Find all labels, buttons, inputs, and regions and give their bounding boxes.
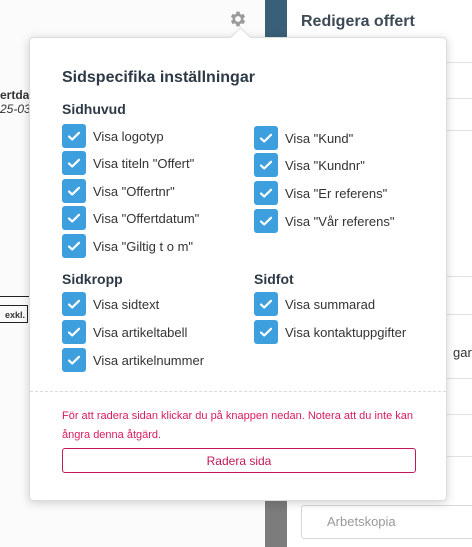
checkbox-checked-icon[interactable] <box>62 179 86 203</box>
checkbox-visa-sidtext[interactable]: Visa sidtext <box>62 292 159 316</box>
delete-page-button[interactable]: Radera sida <box>62 448 416 473</box>
checkbox-checked-icon[interactable] <box>62 206 86 230</box>
checkbox-label: Visa sidtext <box>93 296 160 312</box>
checkbox-checked-icon[interactable] <box>62 151 86 175</box>
delete-warning-text: För att radera sidan klickar du på knapp… <box>62 410 413 441</box>
checkbox-visa-kund[interactable]: Visa "Kund" <box>254 126 353 150</box>
checkbox-label: Visa "Kund" <box>285 130 354 146</box>
doc-fragment-exkl: exkl. <box>0 305 28 323</box>
checkbox-label: Visa "Kundnr" <box>285 157 365 173</box>
panel-text-fragment: gar <box>453 345 472 360</box>
popup-divider <box>30 391 446 392</box>
checkbox-label: Visa summarad <box>285 296 376 312</box>
checkbox-visa-kontaktuppgifter[interactable]: Visa kontaktuppgifter <box>254 320 406 344</box>
checkbox-checked-icon[interactable] <box>62 234 86 258</box>
checkbox-visa-summarad[interactable]: Visa summarad <box>254 292 375 316</box>
checkbox-visa-giltig[interactable]: Visa "Giltig t o m" <box>62 234 193 258</box>
checkbox-checked-icon[interactable] <box>254 126 278 150</box>
checkbox-label: Visa "Offertdatum" <box>93 210 200 226</box>
popup-caret <box>229 26 252 49</box>
page-settings-popup: Sidspecifika inställningar Sidhuvud Visa… <box>29 26 447 501</box>
checkbox-label: Visa artikelnummer <box>93 352 205 368</box>
checkbox-checked-icon[interactable] <box>62 292 86 316</box>
checkbox-checked-icon[interactable] <box>254 153 278 177</box>
checkbox-label: Visa titeln "Offert" <box>93 155 195 171</box>
checkbox-checked-icon[interactable] <box>62 348 86 372</box>
checkbox-label: Visa kontaktuppgifter <box>285 324 407 340</box>
checkbox-checked-icon[interactable] <box>254 292 278 316</box>
checkbox-checked-icon[interactable] <box>254 181 278 205</box>
status-select[interactable]: Arbetskopia <box>301 505 472 539</box>
popup-title: Sidspecifika inställningar <box>62 69 255 86</box>
section-heading-sidhuvud: Sidhuvud <box>62 101 126 117</box>
panel-title: Redigera offert <box>301 13 415 30</box>
checkbox-label: Visa artikeltabell <box>93 324 188 340</box>
checkbox-visa-er-referens[interactable]: Visa "Er referens" <box>254 181 387 205</box>
checkbox-label: Visa "Giltig t o m" <box>93 238 194 254</box>
section-heading-sidfot: Sidfot <box>254 271 294 287</box>
section-heading-sidkropp: Sidkropp <box>62 271 123 287</box>
checkbox-visa-logotyp[interactable]: Visa logotyp <box>62 124 164 148</box>
checkbox-visa-titeln[interactable]: Visa titeln "Offert" <box>62 151 194 175</box>
checkbox-visa-kundnr[interactable]: Visa "Kundnr" <box>254 153 365 177</box>
checkbox-checked-icon[interactable] <box>254 209 278 233</box>
checkbox-label: Visa "Er referens" <box>285 185 388 201</box>
gear-icon[interactable] <box>228 9 248 29</box>
checkbox-label: Visa "Vår referens" <box>285 213 395 229</box>
checkbox-visa-artikelnummer[interactable]: Visa artikelnummer <box>62 348 204 372</box>
doc-rule <box>0 296 32 297</box>
checkbox-visa-var-referens[interactable]: Visa "Vår referens" <box>254 209 394 233</box>
checkbox-checked-icon[interactable] <box>254 320 278 344</box>
checkbox-checked-icon[interactable] <box>62 320 86 344</box>
checkbox-visa-artikeltabell[interactable]: Visa artikeltabell <box>62 320 187 344</box>
checkbox-label: Visa logotyp <box>93 128 164 144</box>
checkbox-visa-offertnr[interactable]: Visa "Offertnr" <box>62 179 175 203</box>
checkbox-visa-offertdatum[interactable]: Visa "Offertdatum" <box>62 206 199 230</box>
checkbox-label: Visa "Offertnr" <box>93 183 175 199</box>
checkbox-checked-icon[interactable] <box>62 124 86 148</box>
